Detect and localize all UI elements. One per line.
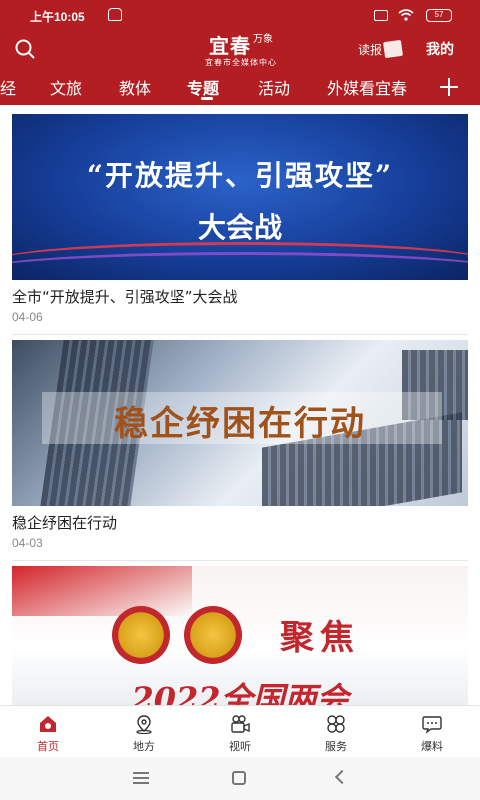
tab-culture-tourism[interactable]: 文旅 (50, 75, 82, 99)
list-item[interactable]: “开放提升、引强攻坚” 大会战 全市“开放提升、引强攻坚”大会战 04-06 (12, 114, 468, 335)
bottom-navigation: 首页 地方 视听 服务 爆料 (0, 705, 480, 757)
home-icon (40, 716, 56, 732)
video-camera-icon (231, 715, 250, 733)
channel-tabs: 经 文旅 教体 专题 活动 外媒看宜春 (0, 68, 480, 105)
article-list[interactable]: “开放提升、引强攻坚” 大会战 全市“开放提升、引强攻坚”大会战 04-06 稳… (0, 105, 480, 705)
tab-fade (404, 68, 432, 105)
nav-local-label: 地方 (133, 740, 155, 753)
nav-tip-off[interactable]: 爆料 (384, 706, 480, 758)
mute-icon (374, 10, 388, 21)
article-title[interactable]: 稳企纾困在行动 (12, 512, 468, 533)
tab-activities[interactable]: 活动 (258, 75, 290, 99)
article-title[interactable]: 全市“开放提升、引强攻坚”大会战 (12, 286, 468, 307)
cover-headline: 聚焦 (280, 618, 360, 658)
status-time: 上午10:05 (30, 10, 85, 24)
article-date: 04-06 (12, 310, 43, 324)
nav-home-label: 首页 (37, 740, 59, 753)
national-emblem-icon (112, 606, 170, 664)
battery-icon: 57 (426, 9, 452, 22)
cover-subheadline: 大会战 (197, 211, 282, 244)
nav-home[interactable]: 首页 (0, 706, 96, 758)
article-cover-image[interactable]: 聚焦 2022全国两会 (12, 566, 468, 705)
cover-headline: 稳企纾困在行动 (114, 404, 366, 444)
my-account-button[interactable]: 我的 (426, 39, 454, 59)
services-icon (327, 715, 345, 733)
logo-wan: 万象 (253, 34, 273, 45)
tab-special-topics[interactable]: 专题 (187, 75, 219, 99)
top-bar: 上午10:05 57 宜春万象 宜春市全媒体中心 读报 我的 经 文旅 教体 (0, 0, 480, 105)
recent-apps-icon[interactable] (133, 772, 149, 784)
bell-icon (108, 8, 122, 21)
cppcc-emblem-icon (184, 606, 242, 664)
active-tab-indicator (201, 97, 213, 100)
nav-video[interactable]: 视听 (192, 706, 288, 758)
list-item[interactable]: 稳企纾困在行动 稳企纾困在行动 04-03 (12, 340, 468, 561)
newspaper-icon (382, 39, 404, 59)
system-home-icon[interactable] (232, 771, 246, 785)
list-item[interactable]: 聚焦 2022全国两会 (12, 566, 468, 705)
article-cover-image[interactable]: 稳企纾困在行动 (12, 340, 468, 506)
divider (12, 334, 468, 335)
app-header: 宜春 万象 宜春市全媒体中心 读报 我的 (0, 30, 480, 68)
nav-services[interactable]: 服务 (288, 706, 384, 758)
add-channel-button[interactable] (432, 68, 480, 105)
status-bar: 上午10:05 57 (0, 0, 480, 30)
divider (12, 560, 468, 561)
app-logo: 宜春 万象 宜春市全媒体中心 (186, 30, 296, 68)
logo-main: 宜春 (209, 34, 251, 58)
wifi-icon (398, 9, 414, 21)
read-newspaper-button[interactable]: 读报 (358, 38, 404, 60)
nav-local[interactable]: 地方 (96, 706, 192, 758)
cover-subheadline: 2022全国两会 (131, 680, 349, 705)
back-icon[interactable] (334, 769, 350, 785)
read-newspaper-label: 读报 (358, 42, 383, 57)
nav-tip-off-label: 爆料 (421, 740, 443, 753)
location-icon (136, 715, 152, 734)
chat-bubble-icon (422, 716, 442, 734)
search-icon[interactable] (14, 38, 36, 60)
cover-headline: “开放提升、引强攻坚” (86, 159, 394, 192)
tab-education-sports[interactable]: 教体 (119, 75, 151, 99)
article-date: 04-03 (12, 536, 43, 550)
tab-foreign-media[interactable]: 外媒看宜春 (327, 75, 407, 99)
nav-services-label: 服务 (325, 740, 347, 753)
nav-video-label: 视听 (229, 740, 251, 753)
logo-subtitle: 宜春市全媒体中心 (205, 58, 277, 67)
system-navigation-bar (0, 757, 480, 800)
article-cover-image[interactable]: “开放提升、引强攻坚” 大会战 (12, 114, 468, 280)
tab-economy[interactable]: 经 (0, 75, 16, 99)
